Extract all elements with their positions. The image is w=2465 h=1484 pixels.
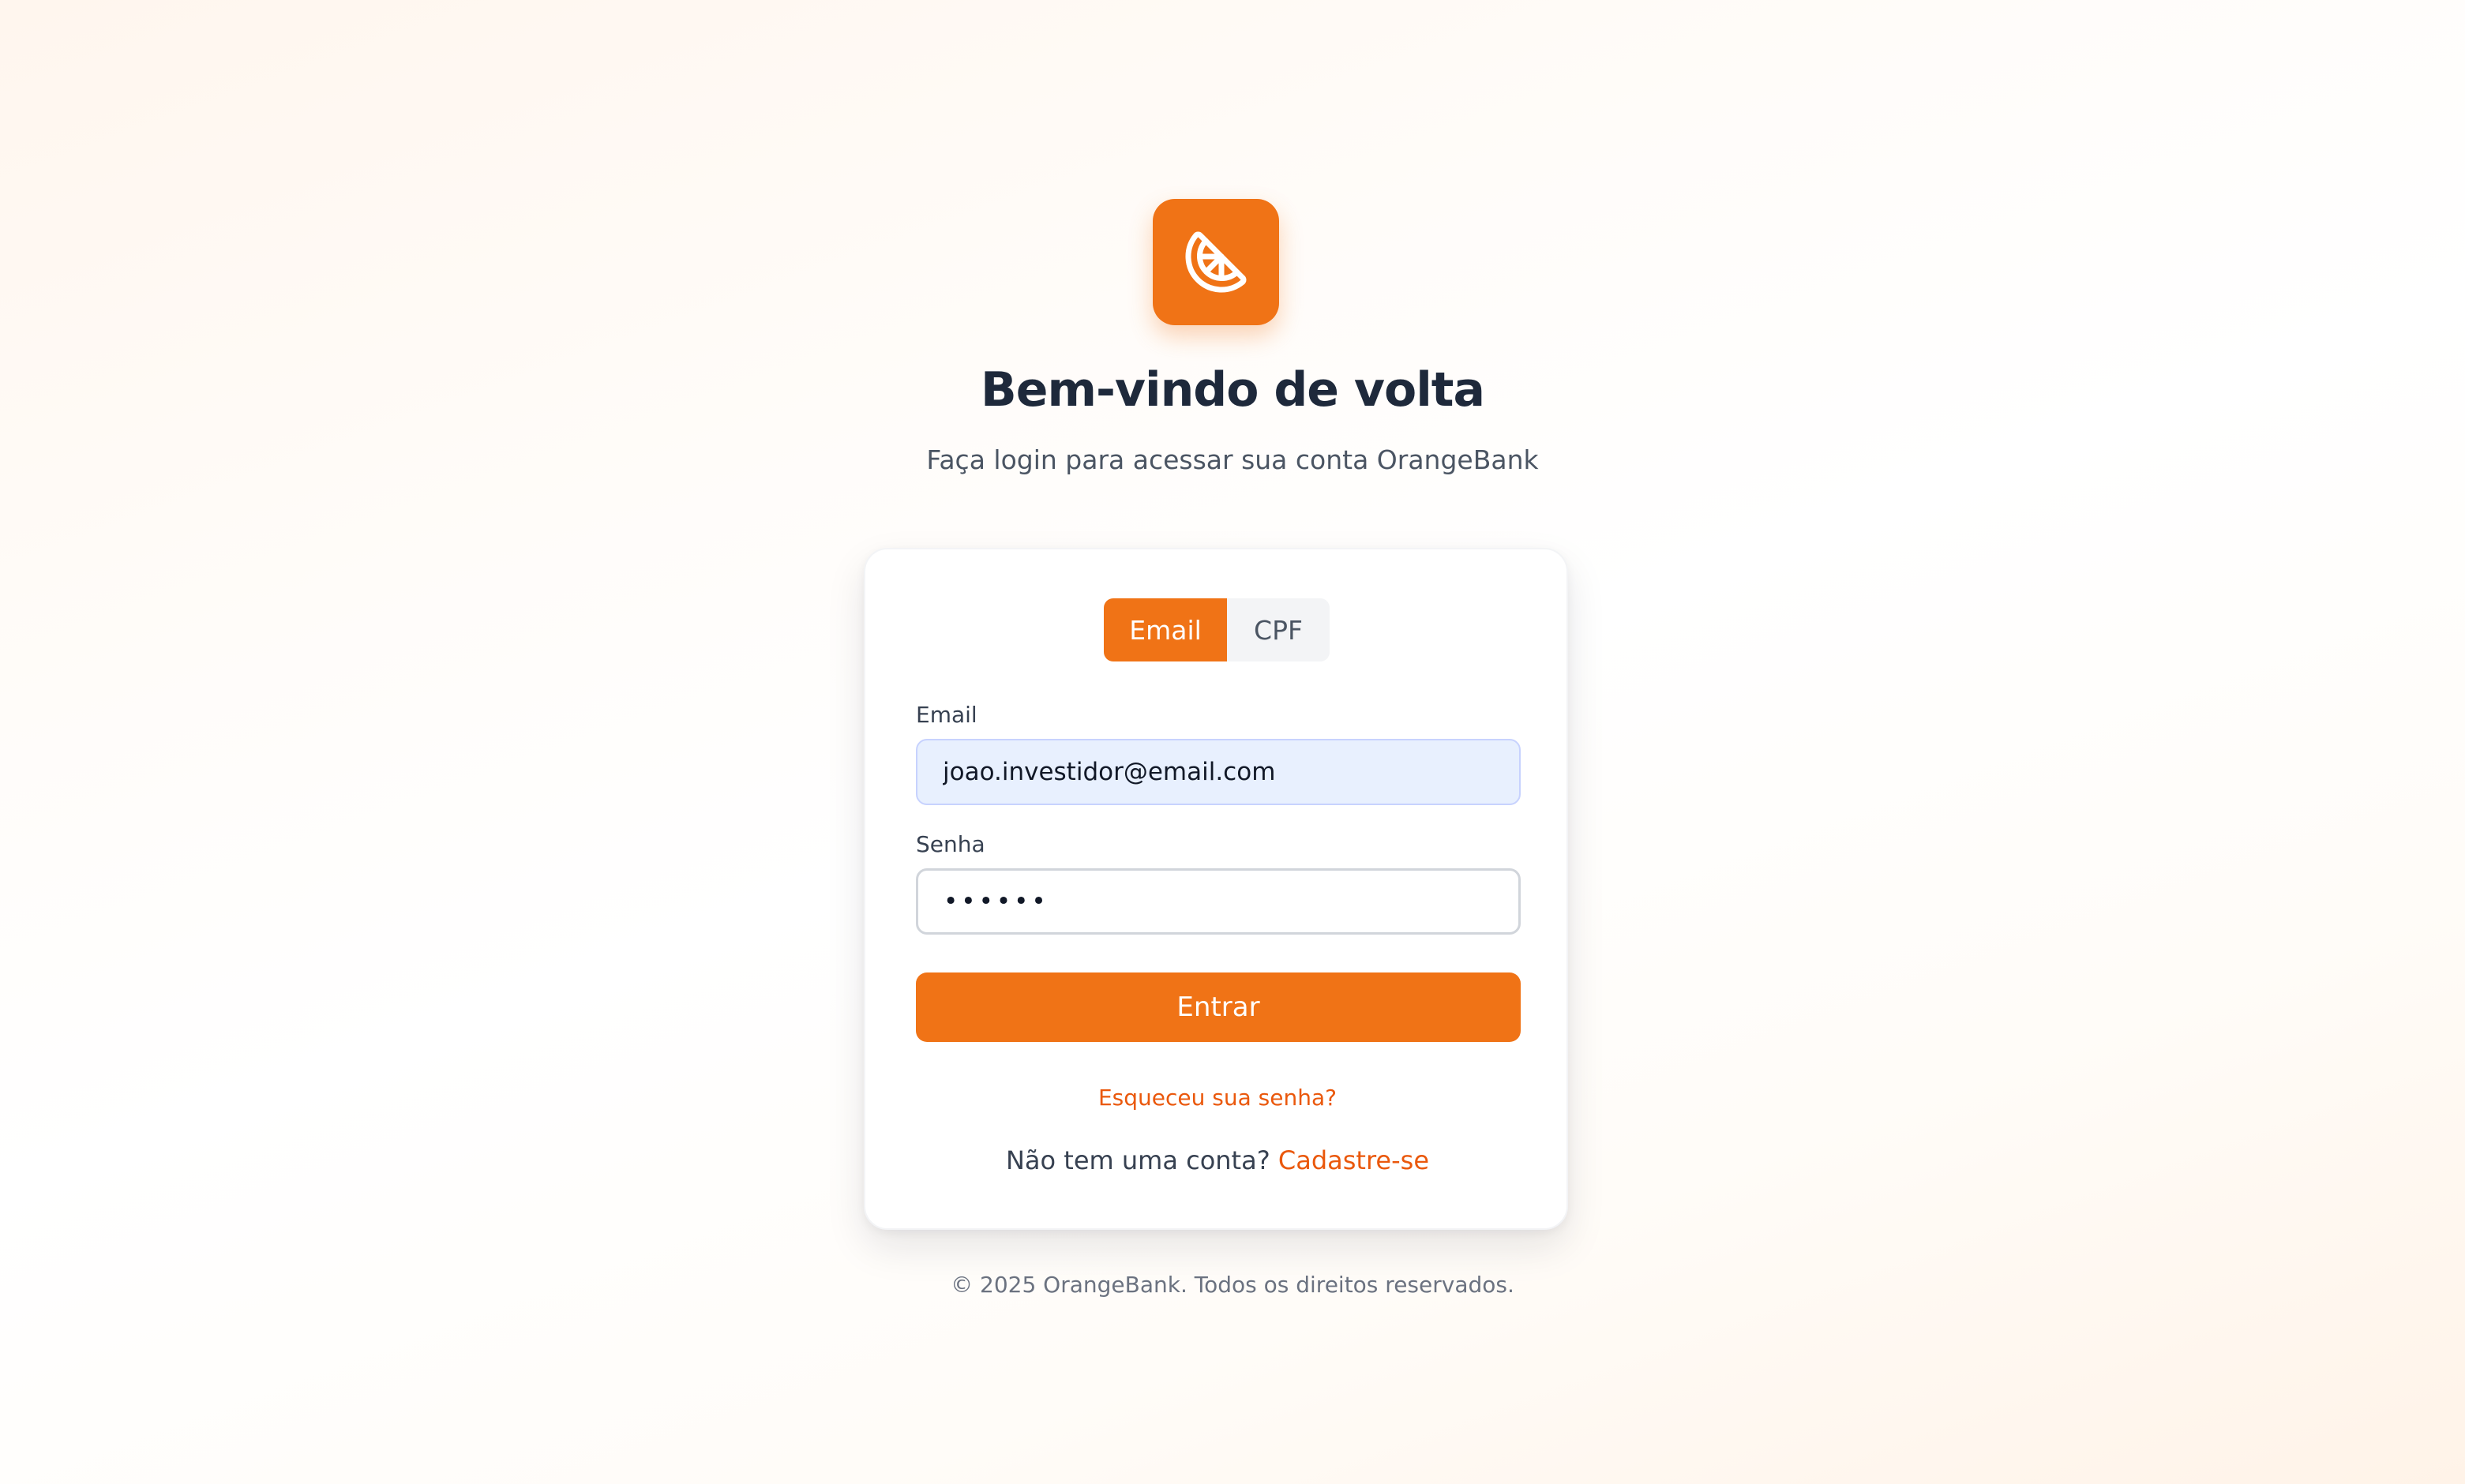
citrus-slice-icon bbox=[1185, 231, 1247, 293]
tab-email[interactable]: Email bbox=[1104, 598, 1227, 661]
email-field[interactable] bbox=[916, 739, 1521, 805]
signup-row: Não tem uma conta? Cadastre-se bbox=[865, 1143, 1570, 1178]
login-method-tabs: Email CPF bbox=[1104, 598, 1330, 661]
forgot-password-link[interactable]: Esqueceu sua senha? bbox=[865, 1083, 1570, 1113]
page-subtitle: Faça login para acessar sua conta Orange… bbox=[926, 444, 1539, 475]
signup-link[interactable]: Cadastre-se bbox=[1278, 1145, 1429, 1175]
page-title: Bem-vindo de volta bbox=[981, 362, 1485, 418]
tab-cpf[interactable]: CPF bbox=[1227, 598, 1330, 661]
signup-prompt: Não tem uma conta? bbox=[1005, 1145, 1278, 1175]
password-field[interactable] bbox=[916, 868, 1521, 935]
footer-copyright: © 2025 OrangeBank. Todos os direitos res… bbox=[951, 1272, 1514, 1298]
password-label: Senha bbox=[916, 831, 985, 857]
app-logo bbox=[1153, 199, 1279, 325]
login-button[interactable]: Entrar bbox=[916, 972, 1521, 1042]
email-label: Email bbox=[916, 702, 977, 728]
login-card: Email CPF Email Senha Entrar Esqueceu su… bbox=[864, 548, 1568, 1230]
